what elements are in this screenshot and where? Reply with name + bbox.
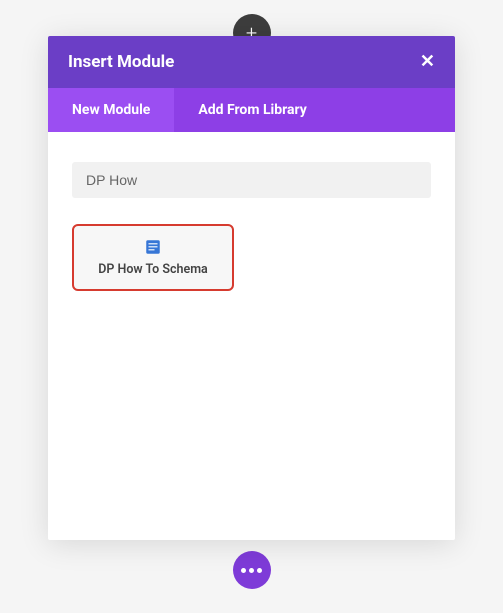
- modal-tabs: New Module Add From Library: [48, 88, 455, 132]
- document-icon: [144, 238, 162, 256]
- close-button[interactable]: ✕: [420, 53, 435, 71]
- modal-header: Insert Module ✕: [48, 36, 455, 88]
- dot-icon: [257, 568, 262, 573]
- dot-icon: [241, 568, 246, 573]
- dot-icon: [249, 568, 254, 573]
- insert-module-modal: Insert Module ✕ New Module Add From Libr…: [48, 36, 455, 540]
- modal-body: DP How To Schema: [48, 132, 455, 321]
- module-label: DP How To Schema: [82, 262, 224, 277]
- module-search-input[interactable]: [72, 162, 431, 198]
- modal-title: Insert Module: [68, 52, 174, 72]
- tab-add-from-library[interactable]: Add From Library: [174, 88, 330, 132]
- page-actions-button[interactable]: [233, 551, 271, 589]
- close-icon: ✕: [420, 51, 435, 72]
- module-tile-dp-how-to-schema[interactable]: DP How To Schema: [72, 224, 234, 291]
- tab-new-module[interactable]: New Module: [48, 88, 174, 132]
